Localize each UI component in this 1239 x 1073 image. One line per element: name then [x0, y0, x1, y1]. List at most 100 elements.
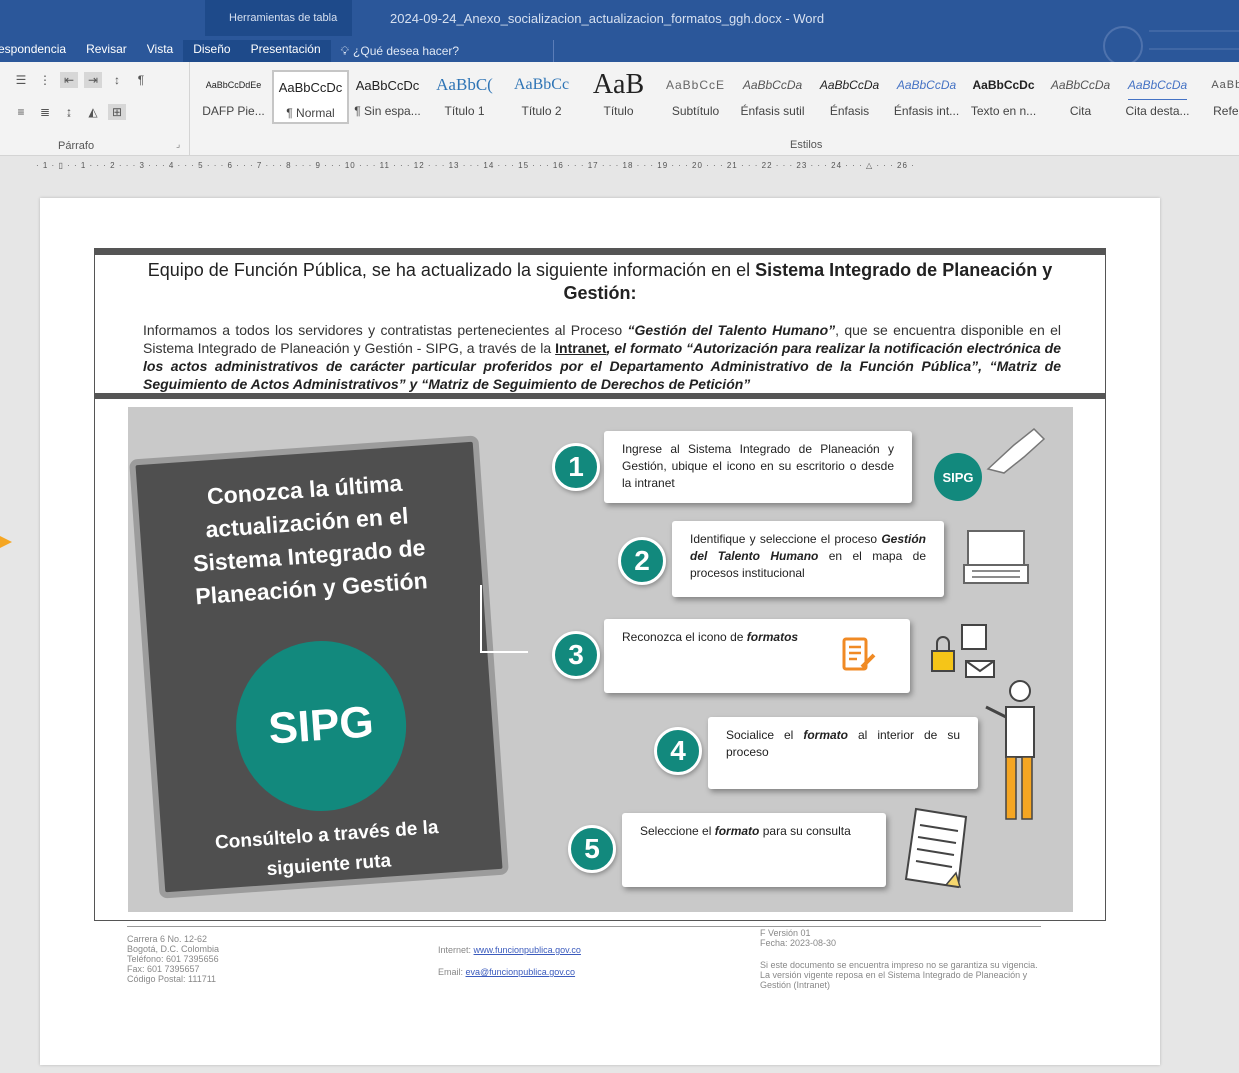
- step-4-text-pre: Socialice el: [726, 728, 804, 742]
- internet-link[interactable]: www.funcionpublica.gov.co: [474, 945, 581, 955]
- paragraph-group-label: Párrafo: [58, 140, 95, 152]
- step-1-text: Ingrese al Sistema Integrado de Planeaci…: [622, 442, 894, 490]
- footer-version: F Versión 01 Fecha: 2023-08-30 Si este d…: [760, 928, 1050, 990]
- announcement-paragraph: Informamos a todos los servidores y cont…: [143, 321, 1061, 393]
- tab-presentacion[interactable]: Presentación: [240, 40, 331, 62]
- person-presenting-icon: [980, 677, 1050, 827]
- sipg-badge: SIPG: [934, 453, 982, 501]
- footer-address-line: Carrera 6 No. 12-62: [127, 934, 208, 944]
- style-enfasis-intenso[interactable]: AaBbCcDa Énfasis int...: [888, 70, 965, 124]
- line-spacing-icon[interactable]: ↨: [60, 104, 78, 120]
- horizontal-ruler[interactable]: · 1 · ▯ · · 1 · · · 2 · · · 3 · · · 4 · …: [36, 158, 1166, 174]
- title-bar: Herramientas de tabla 2024-09-24_Anexo_s…: [0, 0, 1239, 66]
- headline-text: Equipo de Función Pública, se ha actuali…: [147, 260, 756, 280]
- step-1-card: Ingrese al Sistema Integrado de Planeaci…: [604, 431, 912, 503]
- tab-revisar[interactable]: Revisar: [76, 40, 137, 62]
- lightbulb-icon: 💡︎: [340, 43, 350, 58]
- decorative-circle: [1103, 26, 1143, 66]
- style-referencia[interactable]: AaBbCcReferen: [1196, 70, 1239, 124]
- document-icon: [902, 803, 976, 893]
- date-text: Fecha: 2023-08-30: [760, 938, 837, 948]
- step-2-card: Identifique y seleccione el proceso Gest…: [672, 521, 944, 597]
- step-4-text-bold: formato: [803, 728, 849, 742]
- email-link[interactable]: eva@funcionpublica.gov.co: [466, 967, 576, 977]
- version-text: F Versión 01: [760, 928, 811, 938]
- bullets-icon[interactable]: ☰: [12, 72, 30, 88]
- step-3-text-pre: Reconozca el icono de: [622, 630, 747, 644]
- footer-internet: Internet: www.funcionpublica.gov.co: [438, 945, 581, 955]
- table-top-border: [95, 249, 1105, 255]
- step-5-text-pre: Seleccione el: [640, 824, 715, 838]
- tablet-title: Conozca la última actualización en el Si…: [192, 469, 429, 610]
- tablet-panel: Conozca la última actualización en el Si…: [129, 435, 509, 899]
- decrease-indent-icon[interactable]: ⇤: [60, 72, 78, 88]
- footer-address: Carrera 6 No. 12-62 Bogotá, D.C. Colombi…: [127, 934, 219, 984]
- tab-vista[interactable]: Vista: [137, 40, 183, 62]
- table-separator: [95, 393, 1105, 399]
- hand-pointer-icon: [984, 425, 1048, 477]
- footer-address-line: Teléfono: 601 7395656: [127, 954, 219, 964]
- lock-puzzle-mail-icon: [928, 621, 998, 679]
- tell-me-box[interactable]: 💡︎ ¿Qué desea hacer?: [331, 40, 555, 62]
- orange-arrow-icon: [0, 536, 12, 548]
- footer-address-line: Código Postal: 111711: [127, 974, 217, 984]
- styles-group-label: Estilos: [790, 139, 823, 151]
- headline: Equipo de Función Pública, se ha actuali…: [125, 259, 1075, 305]
- style-cita-destacada[interactable]: AaBbCcDa Cita desta...: [1119, 70, 1196, 124]
- step-5-text-bold: formato: [714, 824, 760, 838]
- style-titulo-2[interactable]: AaBbCc Título 2: [503, 70, 580, 124]
- form-edit-icon: [840, 637, 876, 673]
- step-5-card: Seleccione el formato para su consulta: [622, 813, 886, 887]
- style-enfasis-sutil[interactable]: AaBbCcDa Énfasis sutil: [734, 70, 811, 124]
- step-2-number: 2: [618, 537, 666, 585]
- borders-icon[interactable]: ⊞: [108, 104, 126, 120]
- style-cita[interactable]: AaBbCcDa Cita: [1042, 70, 1119, 124]
- step-4-number: 4: [654, 727, 702, 775]
- step-4-card: Socialice el formato al interior de su p…: [708, 717, 978, 789]
- style-texto-en-negrita[interactable]: AaBbCcDc Texto en n...: [965, 70, 1042, 124]
- multilevel-list-icon[interactable]: ⋮: [36, 72, 54, 88]
- connector-line: [480, 585, 528, 653]
- style-enfasis[interactable]: AaBbCcDa Énfasis: [811, 70, 888, 124]
- announce-process: “Gestión del Talento Humano”: [627, 322, 836, 338]
- step-5-number: 5: [568, 825, 616, 873]
- pilcrow-icon[interactable]: ¶: [132, 72, 150, 88]
- step-2-text-pre: Identifique y seleccione el proceso: [690, 532, 882, 546]
- style-normal[interactable]: AaBbCcDc ¶ Normal: [272, 70, 349, 124]
- intranet-link[interactable]: Intranet: [555, 340, 606, 356]
- style-dafp-pie[interactable]: AaBbCcDdEe DAFP Pie...: [195, 70, 272, 124]
- increase-indent-icon[interactable]: ⇥: [84, 72, 102, 88]
- footer-divider: [127, 926, 1041, 927]
- notice-text: Si este documento se encuentra impreso n…: [760, 960, 1038, 990]
- tab-correspondencia[interactable]: espondencia: [0, 40, 76, 62]
- style-titulo-1[interactable]: AaBbC(Título 1: [426, 70, 503, 124]
- step-3-number: 3: [552, 631, 600, 679]
- tell-me-label: ¿Qué desea hacer?: [353, 44, 460, 58]
- style-titulo[interactable]: AaB Título: [580, 70, 657, 124]
- style-sin-espaciado[interactable]: AaBbCcDc ¶ Sin espa...: [349, 70, 426, 124]
- email-label: Email:: [438, 967, 466, 977]
- announce-text-1: Informamos a todos los servidores y cont…: [143, 322, 628, 338]
- step-3-text-bold: formatos: [746, 630, 799, 644]
- context-tab-label: Herramientas de tabla: [229, 12, 338, 24]
- footer-address-line: Fax: 601 7395657: [127, 964, 200, 974]
- ribbon-tabs: espondencia Revisar Vista Diseño Present…: [0, 40, 555, 62]
- align-justify-icon[interactable]: ≣: [36, 104, 54, 120]
- sipg-logo: SIPG: [230, 635, 412, 817]
- shading-icon[interactable]: ◭: [84, 104, 102, 120]
- style-subtitulo[interactable]: AaBbCcE Subtítulo: [657, 70, 734, 124]
- paragraph-group: ☰ ⋮ ⇤ ⇥ ↕ ¶ ≡ ≣ ↨ ◭ ⊞ Párrafo ⌟: [0, 62, 190, 156]
- tablet-footer: Consúltelo a través de la siguiente ruta: [214, 817, 440, 881]
- paragraph-row-2: ≡ ≣ ↨ ◭ ⊞: [12, 104, 126, 120]
- step-1-number: 1: [552, 443, 600, 491]
- step-5-text-post: para su consulta: [759, 824, 851, 838]
- internet-label: Internet:: [438, 945, 474, 955]
- paragraph-row-1: ☰ ⋮ ⇤ ⇥ ↕ ¶: [12, 72, 150, 88]
- tab-diseno[interactable]: Diseño: [183, 40, 241, 62]
- align-center-icon[interactable]: ≡: [12, 104, 30, 120]
- decorative-lines: [1149, 30, 1239, 50]
- footer-email: Email: eva@funcionpublica.gov.co: [438, 967, 575, 977]
- dialog-launcher-icon[interactable]: ⌟: [176, 139, 180, 150]
- sort-icon[interactable]: ↕: [108, 72, 126, 88]
- styles-gallery: AaBbCcDdEe DAFP Pie... AaBbCcDc ¶ Normal A…: [195, 70, 1239, 130]
